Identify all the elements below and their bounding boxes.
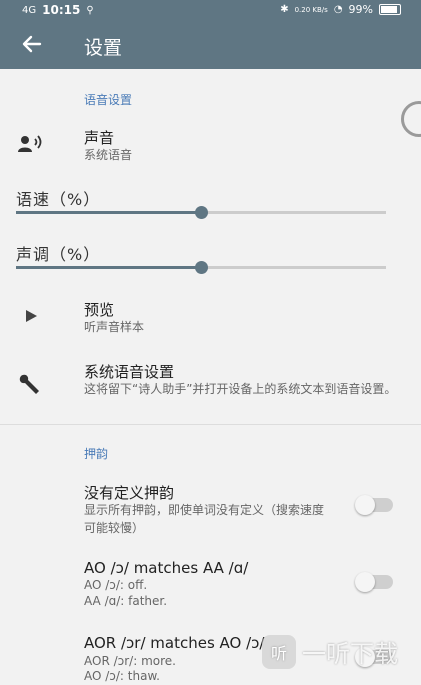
toggle-knob: [355, 572, 375, 592]
play-icon: [26, 310, 37, 322]
section-header-voice: 语音设置: [84, 93, 133, 107]
arrow-left-icon: [22, 35, 42, 53]
rhyme-ao-aa-title: AO /ɔ/ matches AA /ɑ/: [84, 559, 249, 577]
floating-handle[interactable]: [401, 101, 421, 137]
speed-label: 语速（%）: [16, 190, 101, 209]
signal-icon: 4G: [22, 4, 37, 16]
speed-slider[interactable]: [16, 206, 386, 219]
rhyme-undefined-toggle[interactable]: [355, 495, 393, 515]
pitch-slider-fill: [16, 266, 201, 269]
voice-icon: [18, 135, 42, 152]
pitch-label: 声调（%）: [16, 245, 101, 264]
preview-subtitle: 听声音样本: [84, 320, 145, 334]
usb-icon: ⚲: [86, 4, 94, 16]
rhyme-ao-aa-line2: AA /ɑ/: father.: [84, 594, 168, 608]
section-header-rhyme: 押韵: [84, 447, 109, 461]
watermark-logo-icon: 听: [262, 634, 296, 669]
pitch-slider-thumb[interactable]: [195, 261, 208, 274]
network-speed: 0.20 KB/s: [294, 5, 328, 14]
system-tts-subtitle: 这将留下“诗人助手”并打开设备上的系统文本到语音设置。: [84, 382, 397, 396]
watermark: 听 一听下载: [262, 634, 398, 669]
system-tts-title: 系统语音设置: [84, 363, 175, 381]
pitch-slider[interactable]: [16, 261, 386, 274]
app-bar: 设置: [0, 20, 421, 69]
bluetooth-icon: ✱: [280, 4, 289, 15]
page-title: 设置: [84, 37, 123, 59]
rhyme-aor-ao-line2: AO /ɔ/: thaw.: [84, 669, 160, 683]
preview-title: 预览: [84, 301, 115, 319]
speed-slider-fill: [16, 211, 201, 214]
speed-slider-thumb[interactable]: [195, 206, 208, 219]
watermark-text: 一听下载: [302, 640, 398, 668]
wrench-icon: [19, 374, 39, 394]
rhyme-undefined-subtitle: 显示所有押韵，即使单词没有定义（搜索速度可能较慢）: [84, 503, 325, 535]
section-divider: [0, 424, 421, 425]
back-button[interactable]: [18, 30, 46, 58]
status-bar: 4G 10:15 ⚲ ✱ 0.20 KB/s ◔ 99%: [0, 0, 421, 20]
battery-percent: 99%: [348, 3, 373, 16]
voice-title: 声音: [84, 129, 115, 147]
wifi-icon: ◔: [333, 4, 343, 15]
status-time: 10:15: [42, 3, 81, 17]
rhyme-aor-ao-title: AOR /ɔr/ matches AO /ɔ/: [84, 634, 265, 652]
voice-subtitle: 系统语音: [84, 148, 133, 162]
rhyme-ao-aa-toggle[interactable]: [355, 572, 393, 592]
rhyme-undefined-title: 没有定义押韵: [84, 484, 175, 502]
battery-icon: [379, 4, 401, 15]
toggle-knob: [355, 495, 375, 515]
